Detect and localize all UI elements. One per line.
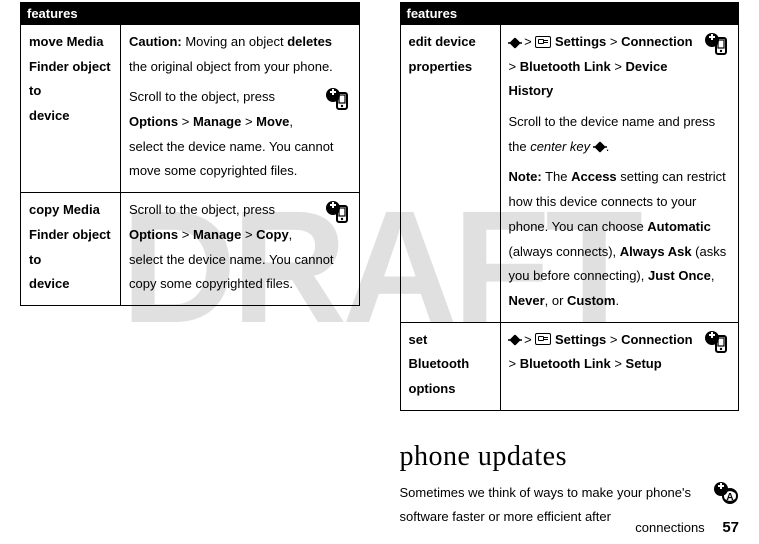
menu-path: Manage — [193, 114, 241, 129]
text: > — [241, 227, 256, 242]
row-title-cell: set Bluetooth options — [400, 322, 500, 410]
title-part: move — [29, 34, 67, 49]
text: > — [611, 59, 626, 74]
text: Scroll to the object, press — [129, 89, 275, 104]
text: > — [521, 34, 536, 49]
text: , — [711, 268, 715, 283]
text: Scroll to the object, press — [129, 202, 275, 217]
optional-device-icon — [325, 200, 351, 233]
text: , — [289, 114, 293, 129]
menu-path: Access — [571, 169, 617, 184]
text: > — [178, 114, 193, 129]
row-title-cell: move Media Finder object to device — [21, 25, 121, 193]
menu-path: Options — [129, 227, 178, 242]
menu-path: Settings — [555, 332, 606, 347]
text: > — [509, 59, 520, 74]
text: select the device name. You cannot copy … — [129, 252, 334, 292]
menu-path: Setup — [626, 356, 662, 371]
menu-path: Connection — [621, 332, 693, 347]
menu-path: Connection — [621, 34, 693, 49]
menu-path: Always Ask — [620, 244, 692, 259]
row-body-cell: > Settings > Connection > Bluetooth Link… — [500, 322, 739, 410]
menu-path: Custom — [567, 293, 615, 308]
table-row: set Bluetooth options > — [400, 322, 739, 410]
text: > — [606, 34, 621, 49]
deletes-word: deletes — [287, 34, 332, 49]
table-row: copy Media Finder object to device — [21, 193, 360, 306]
caution-label: Caution: — [129, 34, 182, 49]
row-body-cell: Scroll to the object, press Options > Ma… — [121, 193, 360, 306]
center-key-icon — [594, 141, 606, 153]
right-column: features edit device properties — [400, 2, 740, 530]
optional-network-icon: A — [713, 481, 739, 514]
center-key-text: center key — [530, 139, 590, 154]
row-body-cell: Caution: Moving an object deletes the or… — [121, 25, 360, 193]
text: > — [606, 332, 621, 347]
text: , — [289, 227, 293, 242]
title-part: properties — [409, 59, 473, 74]
title-part: set Bluetooth — [409, 332, 470, 372]
left-column: features move Media Finder object to dev… — [20, 2, 360, 530]
left-table-header: features — [21, 3, 360, 25]
menu-path: Bluetooth Link — [520, 356, 611, 371]
right-features-table: features edit device properties — [400, 2, 740, 411]
title-part: edit device — [409, 34, 476, 49]
title-part: device — [29, 276, 69, 291]
text: Sometimes we think of ways to make your … — [400, 485, 692, 525]
text: > — [509, 356, 520, 371]
menu-path: Just Once — [648, 268, 711, 283]
text: select the device name. You cannot move … — [129, 139, 334, 179]
text: The — [542, 169, 571, 184]
menu-path: Manage — [193, 227, 241, 242]
settings-icon — [535, 333, 551, 345]
note-label: Note: — [509, 169, 542, 184]
row-title-cell: edit device properties — [400, 25, 500, 323]
text: the original object from your phone. — [129, 59, 333, 74]
text: , or — [545, 293, 567, 308]
row-body-cell: > Settings > Connection > Bluetooth Link… — [500, 25, 739, 323]
caution-paragraph: Caution: Moving an object deletes the or… — [129, 30, 351, 79]
center-key-icon — [509, 37, 521, 49]
text: Moving an object — [182, 34, 288, 49]
text: > — [241, 114, 256, 129]
phone-updates-heading: phone updates — [400, 441, 740, 473]
menu-path: Settings — [555, 34, 606, 49]
row-title-cell: copy Media Finder object to device — [21, 193, 121, 306]
paragraph: Scroll to the device name and press the … — [509, 110, 731, 159]
paragraph: Scroll to the object, press Options > Ma… — [129, 85, 351, 184]
menu-path: Bluetooth Link — [520, 59, 611, 74]
optional-device-icon — [704, 330, 730, 363]
settings-icon — [535, 36, 551, 48]
title-part: device — [29, 108, 69, 123]
text: > — [178, 227, 193, 242]
menu-path: Move — [256, 114, 289, 129]
center-key-icon — [509, 334, 521, 346]
right-table-header: features — [400, 3, 739, 25]
menu-path: Automatic — [647, 219, 711, 234]
title-part: options — [409, 381, 456, 396]
optional-device-icon — [325, 87, 351, 120]
text: > — [521, 332, 536, 347]
note-paragraph: Note: The Access setting can restrict ho… — [509, 165, 731, 313]
text: . — [615, 293, 619, 308]
title-part: copy — [29, 202, 63, 217]
optional-device-icon — [704, 32, 730, 65]
table-row: edit device properties — [400, 25, 739, 323]
left-features-table: features move Media Finder object to dev… — [20, 2, 360, 306]
menu-path: Copy — [256, 227, 289, 242]
menu-path: Never — [509, 293, 545, 308]
menu-path: Options — [129, 114, 178, 129]
text: (always connects), — [509, 244, 620, 259]
text: > — [611, 356, 626, 371]
phone-updates-body: A Sometimes we think of ways to make you… — [400, 481, 740, 530]
table-row: move Media Finder object to device Cauti… — [21, 25, 360, 193]
